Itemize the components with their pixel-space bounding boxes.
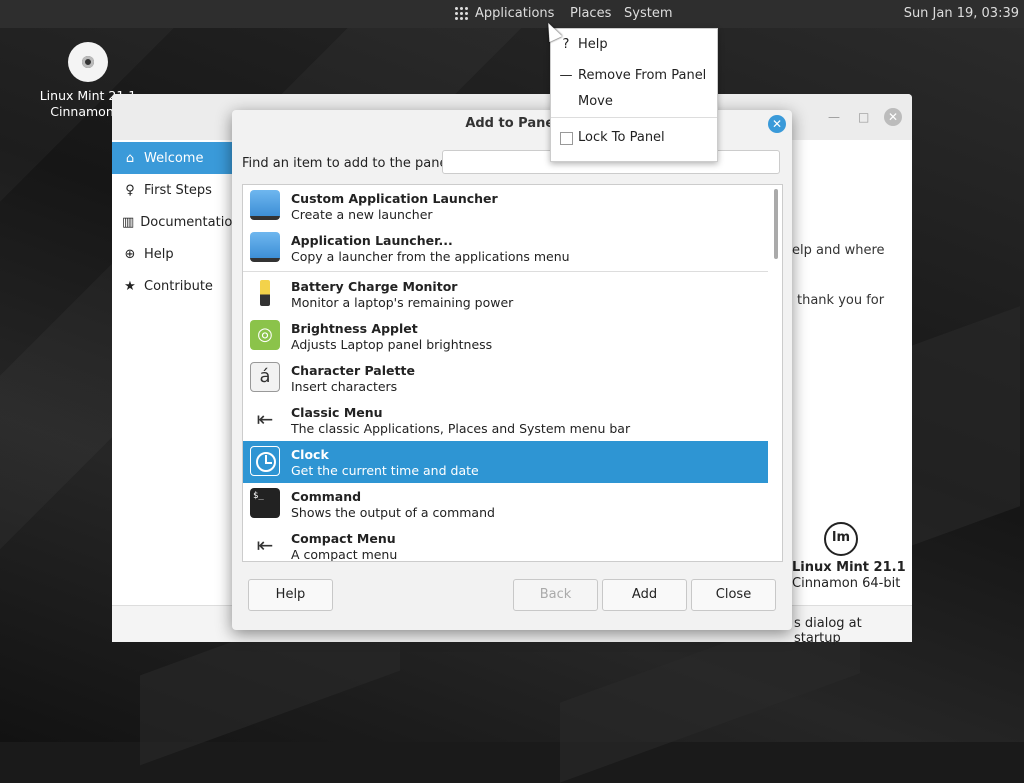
remove-icon: — [559, 68, 573, 83]
menu-item-remove-from-panel[interactable]: — Remove From Panel [551, 64, 717, 90]
menu-separator [551, 117, 717, 118]
welcome-text-fragment: thank you for [797, 293, 885, 308]
clock-icon [250, 446, 280, 476]
sidebar-item-help[interactable]: ⊕ Help [112, 238, 232, 270]
close-icon[interactable]: ✕ [884, 108, 902, 126]
applications-label: Applications [475, 6, 555, 21]
list-scrollbar[interactable] [771, 185, 781, 561]
panel-clock[interactable]: Sun Jan 19, 03:39 [904, 6, 1019, 21]
menu-item-lock-to-panel[interactable]: Lock To Panel [551, 126, 717, 152]
lightbulb-icon: ♀ [125, 182, 135, 198]
list-item[interactable]: ⇤ Compact Menu A compact menu [243, 525, 768, 562]
list-item[interactable]: Battery Charge Monitor Monitor a laptop'… [243, 273, 768, 315]
item-desc: The classic Applications, Places and Sys… [291, 421, 631, 436]
brightness-icon: ◎ [250, 320, 280, 350]
item-desc: Get the current time and date [291, 463, 479, 478]
mint-edition: Cinnamon 64-bit [792, 576, 901, 591]
help-button[interactable]: Help [248, 579, 333, 611]
sidebar-item-label: Help [144, 246, 174, 262]
close-button[interactable]: Close [691, 579, 776, 611]
item-name: Custom Application Launcher [291, 191, 498, 206]
list-item[interactable]: Custom Application Launcher Create a new… [243, 185, 768, 227]
menu-item-label: Move [578, 94, 613, 109]
mint-logo-icon: lm [824, 522, 858, 556]
character-icon: á [250, 362, 280, 392]
scrollbar-thumb[interactable] [774, 189, 778, 259]
places-menu[interactable]: Places [570, 6, 611, 21]
menu-item-label: Lock To Panel [578, 130, 665, 145]
launcher-icon [250, 232, 280, 262]
list-separator [243, 271, 768, 272]
applet-list[interactable]: Custom Application Launcher Create a new… [242, 184, 783, 562]
apps-grid-icon [455, 6, 469, 21]
mint-version: Linux Mint 21.1 [792, 560, 906, 575]
disc-icon [68, 42, 108, 82]
sidebar-item-label: Contribute [144, 278, 213, 294]
sidebar-item-welcome[interactable]: ⌂ Welcome [112, 142, 232, 174]
close-icon[interactable]: ✕ [768, 115, 786, 133]
back-button[interactable]: Back [513, 579, 598, 611]
arrow-left-bar-icon: ⇤ [256, 533, 274, 557]
sidebar-item-contribute[interactable]: ★ Contribute [112, 270, 232, 302]
item-desc: Shows the output of a command [291, 505, 495, 520]
star-icon: ★ [124, 278, 136, 294]
lifebuoy-icon: ⊕ [124, 246, 136, 262]
background-shape [900, 306, 1020, 550]
launcher-icon [250, 190, 280, 220]
item-name: Application Launcher... [291, 233, 453, 248]
maximize-icon[interactable]: □ [858, 110, 869, 124]
sidebar-item-label: Welcome [144, 150, 204, 166]
arrow-left-bar-icon: ⇤ [256, 407, 274, 431]
applications-menu[interactable]: Applications [455, 6, 554, 21]
list-item[interactable]: $_ Command Shows the output of a command [243, 483, 768, 525]
help-icon: ? [562, 37, 570, 52]
item-desc: A compact menu [291, 547, 398, 562]
list-item[interactable]: á Character Palette Insert characters [243, 357, 768, 399]
top-panel: Applications Places System Sun Jan 19, 0… [0, 0, 1024, 28]
item-name: Character Palette [291, 363, 415, 378]
home-icon: ⌂ [125, 150, 135, 166]
sidebar-item-label: First Steps [144, 182, 212, 198]
menu-item-label: Remove From Panel [578, 68, 707, 83]
list-item[interactable]: Application Launcher... Copy a launcher … [243, 227, 768, 269]
item-name: Brightness Applet [291, 321, 418, 336]
menu-item-help[interactable]: ? Help [551, 33, 717, 59]
show-at-startup-label: s dialog at startup [794, 616, 862, 646]
item-name: Compact Menu [291, 531, 396, 546]
system-menu[interactable]: System [624, 6, 672, 21]
welcome-sidebar: ⌂ Welcome ♀ First Steps ▥ Documentation … [112, 142, 241, 604]
add-button[interactable]: Add [602, 579, 687, 611]
item-name: Clock [291, 447, 329, 462]
welcome-text-fragment: elp and where [792, 243, 885, 258]
book-icon: ▥ [122, 214, 135, 230]
battery-icon [250, 278, 280, 308]
find-label: Find an item to add to the panel: [242, 156, 456, 171]
item-desc: Create a new launcher [291, 207, 433, 222]
panel-context-menu: ? Help — Remove From Panel Move Lock To … [550, 28, 718, 162]
menu-item-label: Help [578, 37, 608, 52]
add-to-panel-dialog: Add to Panel ✕ Find an item to add to th… [232, 110, 792, 630]
list-item[interactable]: ◎ Brightness Applet Adjusts Laptop panel… [243, 315, 768, 357]
terminal-icon: $_ [250, 488, 280, 518]
item-name: Command [291, 489, 362, 504]
item-desc: Monitor a laptop's remaining power [291, 295, 514, 310]
sidebar-item-label: Documentation [140, 214, 241, 230]
item-name: Classic Menu [291, 405, 383, 420]
item-desc: Copy a launcher from the applications me… [291, 249, 570, 264]
item-desc: Adjusts Laptop panel brightness [291, 337, 493, 352]
sidebar-item-documentation[interactable]: ▥ Documentation [112, 206, 241, 238]
item-desc: Insert characters [291, 379, 398, 394]
sidebar-item-first-steps[interactable]: ♀ First Steps [112, 174, 232, 206]
item-name: Battery Charge Monitor [291, 279, 458, 294]
menu-item-move[interactable]: Move [551, 90, 717, 116]
minimize-icon[interactable]: — [828, 110, 840, 124]
list-item[interactable]: ⇤ Classic Menu The classic Applications,… [243, 399, 768, 441]
checkbox-icon[interactable] [559, 130, 573, 149]
list-item-selected[interactable]: Clock Get the current time and date [243, 441, 768, 483]
